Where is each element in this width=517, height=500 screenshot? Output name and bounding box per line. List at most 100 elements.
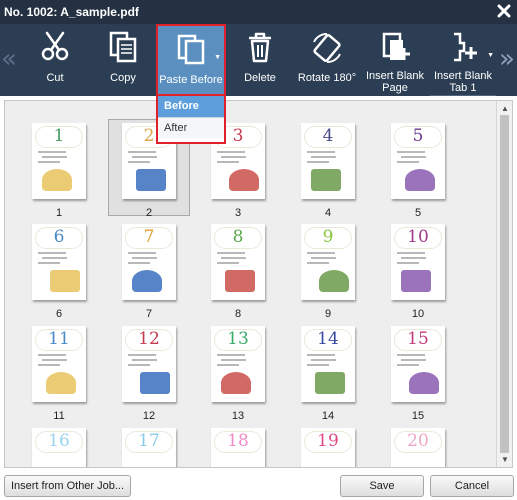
- page-number-art: 5: [412, 126, 424, 146]
- page-thumbnail[interactable]: 11: [32, 326, 86, 402]
- text-line: [38, 252, 66, 254]
- cancel-button[interactable]: Cancel: [430, 475, 514, 497]
- page-thumbnail[interactable]: 1: [32, 123, 86, 199]
- delete-label: Delete: [244, 72, 276, 84]
- text-line: [128, 354, 156, 356]
- insert-from-other-job-button[interactable]: Insert from Other Job...: [4, 475, 131, 497]
- paste-dropdown-icon[interactable]: ▼: [214, 54, 221, 61]
- scrollbar-thumb[interactable]: [500, 115, 509, 453]
- page-label: 10: [411, 308, 425, 320]
- insert-blank-page-button[interactable]: Insert Blank Page: [362, 24, 428, 96]
- page-label: 6: [55, 308, 63, 320]
- text-line: [401, 257, 426, 259]
- paste-before-button[interactable]: ▼ Paste Before: [156, 24, 226, 96]
- page-thumbnail[interactable]: 19: [301, 428, 355, 467]
- scroll-left-icon[interactable]: «: [1, 44, 17, 74]
- page-thumbnail[interactable]: 17: [122, 428, 176, 467]
- insert-blank-tab-button[interactable]: ▼ Insert Blank Tab 1: [430, 24, 496, 96]
- text-line: [217, 364, 239, 366]
- text-line: [307, 151, 335, 153]
- text-line: [128, 262, 150, 264]
- page-thumbnail[interactable]: 15: [391, 326, 445, 402]
- page-illustration: [221, 372, 251, 394]
- page-number-art: 8: [232, 227, 244, 247]
- text-line: [401, 156, 426, 158]
- page-illustration: [132, 270, 162, 292]
- text-line: [38, 262, 60, 264]
- insert-tab-icon: [454, 32, 477, 62]
- cut-label: Cut: [46, 72, 64, 84]
- paste-after-option[interactable]: After: [158, 117, 224, 138]
- page-thumbnail[interactable]: 13: [211, 326, 265, 402]
- page-illustration: [315, 372, 345, 394]
- page-number-art: 1: [53, 126, 65, 146]
- title-bar: No. 1002: A_sample.pdf: [0, 0, 517, 24]
- window-title: No. 1002: A_sample.pdf: [4, 5, 139, 19]
- text-line: [217, 262, 239, 264]
- page-number-art: 6: [53, 227, 65, 247]
- scroll-down-icon[interactable]: ▼: [500, 455, 510, 464]
- page-number-art: 17: [138, 431, 160, 451]
- text-line: [42, 156, 67, 158]
- page-thumbnail[interactable]: 14: [301, 326, 355, 402]
- text-line: [132, 156, 157, 158]
- page-thumbnail[interactable]: 5: [391, 123, 445, 199]
- page-thumbnail[interactable]: 20: [391, 428, 445, 467]
- cut-button[interactable]: Cut: [26, 24, 84, 96]
- insert-page-icon: [382, 32, 410, 60]
- text-line: [128, 151, 156, 153]
- page-illustration: [401, 270, 431, 292]
- page-thumbnail[interactable]: 4: [301, 123, 355, 199]
- page-label: 2: [145, 207, 153, 219]
- text-line: [401, 359, 426, 361]
- scissors-icon: [41, 31, 69, 61]
- page-number-art: 18: [227, 431, 249, 451]
- page-thumbnail[interactable]: 8: [211, 224, 265, 300]
- text-line: [397, 354, 425, 356]
- page-number-art: 10: [407, 227, 429, 247]
- vertical-scrollbar[interactable]: ▲ ▼: [496, 101, 512, 467]
- page-number-art: 11: [48, 329, 70, 349]
- paste-before-option[interactable]: Before: [158, 96, 224, 117]
- text-line: [128, 364, 150, 366]
- text-line: [217, 161, 239, 163]
- scroll-right-icon[interactable]: »: [499, 44, 515, 74]
- save-button[interactable]: Save: [340, 475, 424, 497]
- text-line: [311, 359, 336, 361]
- page-label: 8: [234, 308, 242, 320]
- copy-button[interactable]: Copy: [94, 24, 152, 96]
- page-thumbnail[interactable]: 6: [32, 224, 86, 300]
- text-line: [128, 252, 156, 254]
- page-label: 1: [55, 207, 63, 219]
- page-thumbnail-area[interactable]: 1 1 2 2 3 3 4 4 5 5 6 6 7 7 8 8 9 9 10 10 11 11 12 12 13 13 14 14 15…: [4, 100, 513, 468]
- close-icon[interactable]: [495, 2, 513, 20]
- page-thumbnail[interactable]: 16: [32, 428, 86, 467]
- scroll-up-icon[interactable]: ▲: [500, 104, 510, 113]
- page-number-art: 9: [322, 227, 334, 247]
- text-line: [397, 151, 425, 153]
- text-line: [42, 359, 67, 361]
- page-illustration: [311, 169, 341, 191]
- page-thumbnail[interactable]: 9: [301, 224, 355, 300]
- text-line: [217, 252, 245, 254]
- page-number-art: 12: [138, 329, 160, 349]
- text-line: [38, 151, 66, 153]
- rotate-button[interactable]: Rotate 180°: [294, 24, 360, 96]
- page-illustration: [319, 270, 349, 292]
- text-line: [132, 359, 157, 361]
- page-label: 9: [324, 308, 332, 320]
- page-label: 12: [142, 410, 156, 422]
- page-illustration: [229, 169, 259, 191]
- page-label: 15: [411, 410, 425, 422]
- page-thumbnail[interactable]: 12: [122, 326, 176, 402]
- page-illustration: [42, 169, 72, 191]
- page-thumbnail[interactable]: 18: [211, 428, 265, 467]
- insert-tab-dropdown-icon[interactable]: ▼: [487, 52, 494, 59]
- text-line: [221, 156, 246, 158]
- page-thumbnail[interactable]: 7: [122, 224, 176, 300]
- page-number-art: 20: [407, 431, 429, 451]
- page-label: 11: [53, 410, 65, 422]
- page-label: 3: [234, 207, 242, 219]
- delete-button[interactable]: Delete: [232, 24, 288, 96]
- page-thumbnail[interactable]: 10: [391, 224, 445, 300]
